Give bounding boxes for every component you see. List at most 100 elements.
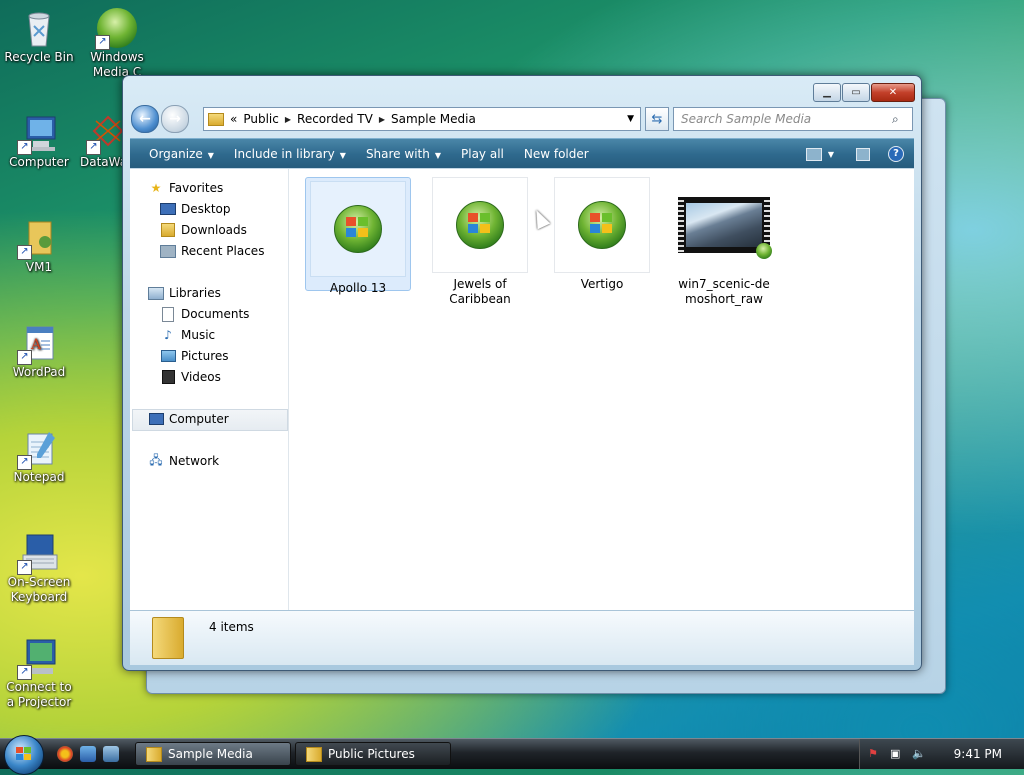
nav-pictures[interactable]: Pictures bbox=[160, 349, 229, 363]
shortcut-arrow-icon: ↗ bbox=[95, 35, 110, 50]
share-with-menu[interactable]: Share with ▼ bbox=[357, 147, 450, 161]
nav-label: Pictures bbox=[181, 349, 229, 363]
play-all-button[interactable]: Play all bbox=[452, 147, 513, 161]
dropdown-arrow-icon: ▼ bbox=[339, 151, 346, 160]
include-in-library-menu[interactable]: Include in library ▼ bbox=[225, 147, 355, 161]
clock[interactable]: 9:41 PM bbox=[954, 747, 1002, 761]
windows-media-file-icon bbox=[432, 177, 528, 273]
start-button[interactable] bbox=[4, 735, 44, 775]
nav-network[interactable]: 🖧 Network bbox=[148, 452, 220, 469]
nav-label: Recent Places bbox=[181, 244, 265, 258]
view-dropdown-icon[interactable]: ▼ bbox=[828, 150, 834, 159]
navigation-bar: ← → « Public ▶ Recorded TV ▶ Sample Medi… bbox=[131, 105, 913, 133]
maximize-button[interactable]: ▭ bbox=[842, 83, 870, 102]
nav-music[interactable]: ♪ Music bbox=[160, 328, 215, 342]
forward-arrow-icon: → bbox=[169, 111, 181, 127]
nav-label: Network bbox=[169, 454, 220, 468]
nav-favorites[interactable]: ★ Favorites bbox=[148, 181, 224, 195]
dropdown-arrow-icon: ▼ bbox=[434, 151, 441, 160]
view-controls: ▼ ? bbox=[796, 146, 914, 162]
file-item-jewels-of-caribbean[interactable]: Jewels of Caribbean bbox=[428, 177, 532, 307]
windows-media-file-icon bbox=[310, 181, 406, 277]
desktop-icon-computer[interactable]: ↗ Computer bbox=[3, 113, 75, 170]
organize-menu[interactable]: Organize ▼ bbox=[140, 147, 223, 161]
taskbar-button-public-pictures[interactable]: Public Pictures bbox=[295, 742, 451, 766]
projector-icon: ↗ bbox=[17, 638, 59, 680]
file-item-vertigo[interactable]: Vertigo bbox=[550, 177, 654, 292]
breadcrumb-overflow[interactable]: « bbox=[230, 112, 237, 126]
search-box[interactable]: Search Sample Media ⌕ bbox=[673, 107, 913, 131]
desktop-icon-wordpad[interactable]: A ↗ WordPad bbox=[3, 323, 75, 380]
item-count: 4 items bbox=[209, 620, 254, 634]
shortcut-arrow-icon: ↗ bbox=[17, 560, 32, 575]
documents-icon bbox=[160, 306, 176, 322]
recent-places-icon bbox=[160, 244, 176, 258]
change-view-icon[interactable] bbox=[805, 147, 822, 161]
computer-icon bbox=[148, 412, 164, 426]
close-button[interactable]: ✕ bbox=[871, 83, 915, 102]
new-folder-button[interactable]: New folder bbox=[515, 147, 598, 161]
folder-icon bbox=[152, 617, 184, 659]
file-name: Apollo 13 bbox=[329, 281, 387, 295]
file-name: win7_scenic-demoshort_raw bbox=[678, 277, 770, 306]
windows-media-file-icon bbox=[554, 177, 650, 273]
nav-downloads[interactable]: Downloads bbox=[160, 223, 247, 237]
preview-pane-icon[interactable] bbox=[856, 147, 870, 161]
desktop-icon-notepad[interactable]: ↗ Notepad bbox=[3, 428, 75, 485]
explorer-window[interactable]: ▁ ▭ ✕ ← → « Public ▶ Recorded TV ▶ Sampl… bbox=[122, 75, 922, 671]
switch-windows-icon[interactable] bbox=[103, 746, 119, 762]
breadcrumb-recorded-tv[interactable]: Recorded TV bbox=[291, 112, 379, 126]
windows-media-center-icon: ↗ bbox=[95, 8, 137, 50]
address-dropdown-icon[interactable]: ▼ bbox=[621, 114, 640, 124]
desktop-icon-label: Computer bbox=[9, 155, 69, 169]
nav-documents[interactable]: Documents bbox=[160, 306, 249, 322]
nav-label: Favorites bbox=[169, 181, 224, 195]
breadcrumb-public[interactable]: Public bbox=[237, 112, 285, 126]
file-name: Jewels of Caribbean bbox=[449, 277, 511, 306]
desktop-icon-label: VM1 bbox=[25, 260, 53, 274]
file-item-apollo-13[interactable]: Apollo 13 bbox=[305, 177, 411, 295]
action-center-flag-icon[interactable]: ⚑ bbox=[868, 747, 881, 760]
user-folder-icon: ↗ bbox=[17, 218, 59, 260]
shortcut-arrow-icon: ↗ bbox=[17, 350, 32, 365]
network-icon: 🖧 bbox=[149, 452, 163, 467]
volume-icon[interactable]: 🔈 bbox=[912, 747, 926, 760]
desktop-icon-recycle-bin[interactable]: Recycle Bin bbox=[3, 8, 75, 65]
show-desktop-icon[interactable] bbox=[80, 746, 96, 762]
nav-label: Computer bbox=[169, 412, 229, 426]
minimize-button[interactable]: ▁ bbox=[813, 83, 841, 102]
address-bar[interactable]: « Public ▶ Recorded TV ▶ Sample Media ▼ bbox=[203, 107, 641, 131]
back-button[interactable]: ← bbox=[131, 105, 159, 133]
desktop-icon-label: Notepad bbox=[13, 470, 65, 484]
network-tray-icon[interactable]: ▣ bbox=[890, 747, 903, 760]
desktop-icon-label: WordPad bbox=[12, 365, 66, 379]
nav-videos[interactable]: Videos bbox=[160, 370, 221, 384]
desktop-icon-on-screen-keyboard[interactable]: ↗ On-Screen Keyboard bbox=[3, 533, 75, 605]
desktop-icon-windows-media-center[interactable]: ↗ Windows Media C bbox=[81, 8, 153, 80]
video-thumbnail bbox=[686, 203, 762, 247]
desktop-icon-connect-to-projector[interactable]: ↗ Connect to a Projector bbox=[3, 638, 75, 710]
dropdown-arrow-icon: ▼ bbox=[207, 151, 214, 160]
desktop-icon-vm1[interactable]: ↗ VM1 bbox=[3, 218, 75, 275]
shortcut-arrow-icon: ↗ bbox=[17, 455, 32, 470]
nav-label: Desktop bbox=[181, 202, 231, 216]
search-icon[interactable]: ⌕ bbox=[892, 112, 906, 127]
nav-recent-places[interactable]: Recent Places bbox=[160, 244, 264, 258]
computer-icon: ↗ bbox=[17, 113, 59, 155]
nav-libraries[interactable]: Libraries bbox=[148, 286, 221, 300]
search-input[interactable]: Search Sample Media bbox=[674, 112, 892, 126]
nav-computer[interactable]: Computer bbox=[148, 412, 229, 426]
navigation-pane: ★ Favorites Desktop Downloads Recent Plac… bbox=[130, 169, 289, 610]
downloads-icon bbox=[160, 223, 176, 237]
nav-label: Videos bbox=[181, 370, 221, 384]
breadcrumb-sample-media[interactable]: Sample Media bbox=[385, 112, 482, 126]
file-item-win7-scenic-demoshort-raw[interactable]: win7_scenic-demoshort_raw bbox=[672, 177, 776, 307]
nav-desktop[interactable]: Desktop bbox=[160, 202, 231, 216]
desktop-icon-label: On-Screen Keyboard bbox=[7, 575, 71, 604]
forward-button[interactable]: → bbox=[161, 105, 189, 133]
refresh-button[interactable]: ⇆ bbox=[645, 107, 669, 131]
taskbar-button-label: Public Pictures bbox=[328, 747, 415, 761]
taskbar-button-sample-media[interactable]: Sample Media bbox=[135, 742, 291, 766]
help-icon[interactable]: ? bbox=[888, 146, 904, 162]
chrome-icon[interactable] bbox=[57, 746, 73, 762]
